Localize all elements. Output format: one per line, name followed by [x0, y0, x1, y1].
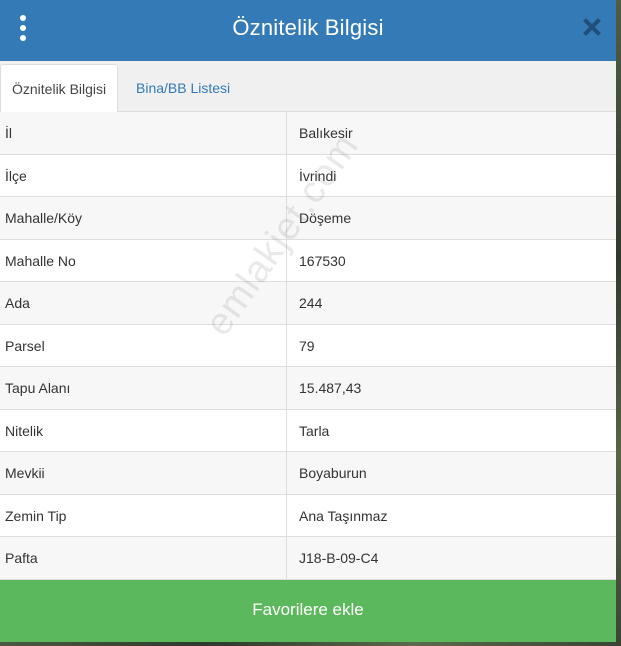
tab-bar: Öznitelik Bilgisi Bina/BB Listesi	[0, 61, 616, 113]
attribute-key: Mahalle/Köy	[0, 197, 287, 239]
attribute-value: J18-B-09-C4	[299, 550, 379, 566]
attribute-value: Döşeme	[299, 210, 352, 226]
attribute-key: Nitelik	[0, 409, 287, 451]
attribute-value: Boyaburun	[299, 465, 367, 481]
attribute-value: Ana Taşınmaz	[299, 507, 388, 524]
attribute-value: 167530	[299, 252, 346, 269]
table-row: Ada 244	[0, 282, 616, 325]
tab-attribute-info[interactable]: Öznitelik Bilgisi	[0, 64, 119, 113]
table-row: Tapu Alanı 15.487,43	[0, 367, 616, 410]
attribute-value: 15.487,43	[299, 380, 362, 396]
attribute-key: Mevkii	[0, 452, 287, 494]
close-icon[interactable]	[582, 17, 602, 37]
attribute-value: 79	[299, 337, 315, 354]
attribute-key: Tapu Alanı	[0, 367, 287, 409]
tab-building-list[interactable]: Bina/BB Listesi	[125, 64, 241, 113]
attribute-key: Ada	[0, 282, 287, 324]
table-row: Pafta J18-B-09-C4	[0, 537, 616, 580]
attribute-value: 244	[299, 295, 323, 311]
add-to-favorites-button[interactable]: Favorilere ekle	[0, 580, 616, 642]
attribute-table: İl Balıkesir İlçe İvrindi Mahalle/Köy Döşeme M…	[0, 112, 616, 580]
attribute-info-panel: Öznitelik Bilgisi Öznitelik Bilgisi Bina…	[0, 0, 616, 642]
attribute-key: Mahalle No	[0, 239, 287, 281]
attribute-key: Pafta	[0, 537, 287, 579]
attribute-key: Parsel	[0, 324, 287, 366]
panel-title: Öznitelik Bilgisi	[232, 15, 384, 40]
table-row: İlçe İvrindi	[0, 154, 616, 197]
map-background-edge	[616, 0, 621, 646]
map-background-bottom	[0, 642, 621, 646]
panel-header: Öznitelik Bilgisi	[0, 0, 616, 61]
table-row: Nitelik Tarla	[0, 409, 616, 452]
table-row: Mahalle/Köy Döşeme	[0, 197, 616, 240]
attribute-key: İl	[0, 112, 287, 154]
table-row: Mevkii Boyaburun	[0, 452, 616, 495]
table-row: Zemin Tip Ana Taşınmaz	[0, 494, 616, 537]
attribute-key: İlçe	[0, 154, 287, 196]
attribute-key: Zemin Tip	[0, 494, 287, 536]
attribute-value: İvrindi	[299, 167, 337, 184]
attribute-value: Tarla	[299, 422, 330, 439]
table-row: Parsel 79	[0, 324, 616, 367]
attribute-value: Balıkesir	[299, 125, 353, 141]
table-row: Mahalle No 167530	[0, 239, 616, 282]
table-row: İl Balıkesir	[0, 112, 616, 155]
